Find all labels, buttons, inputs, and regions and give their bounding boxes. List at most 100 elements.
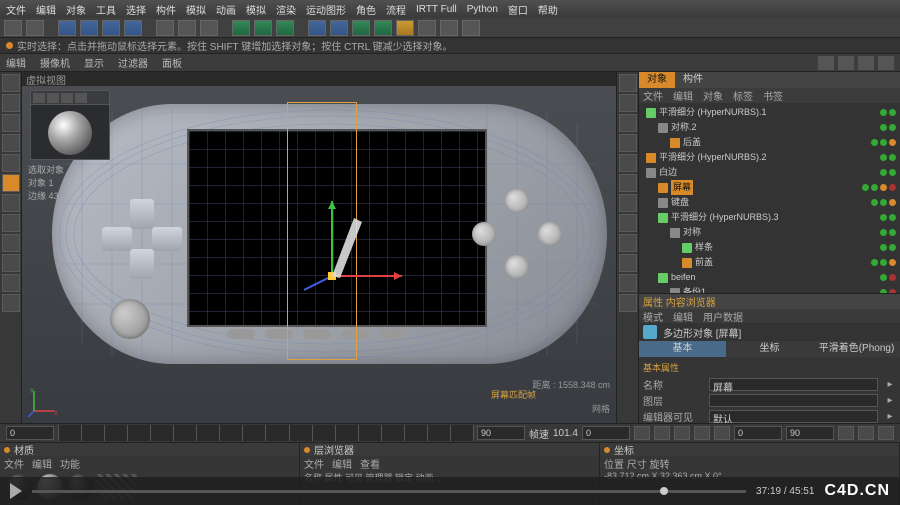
palette-11[interactable] xyxy=(619,274,637,292)
axis-z[interactable] xyxy=(200,20,218,36)
mode-point[interactable] xyxy=(2,134,20,152)
attrs-tab-mode[interactable]: 模式 xyxy=(643,309,663,323)
menu-工具[interactable]: 工具 xyxy=(96,2,116,17)
material-preview-popup[interactable] xyxy=(30,90,110,160)
tree-row[interactable]: 对称.2 xyxy=(643,120,896,135)
palette-10[interactable] xyxy=(619,254,637,272)
tree-row[interactable]: 样条 xyxy=(643,240,896,255)
menu-窗口[interactable]: 窗口 xyxy=(508,2,528,17)
menu-帮助[interactable]: 帮助 xyxy=(538,2,558,17)
visibility-dot[interactable] xyxy=(880,169,887,176)
palette-7[interactable] xyxy=(619,194,637,212)
attrs-tab-edit[interactable]: 编辑 xyxy=(673,309,693,323)
visibility-dot[interactable] xyxy=(880,154,887,161)
chevron-right-icon[interactable]: ▸ xyxy=(884,411,896,422)
tool-redo[interactable] xyxy=(26,20,44,36)
vp-menu-camera[interactable]: 摄像机 xyxy=(40,55,70,70)
om-menu-文件[interactable]: 文件 xyxy=(643,88,663,103)
keyframe-opts[interactable] xyxy=(878,426,894,440)
prim-environment[interactable] xyxy=(418,20,436,36)
visibility-dot[interactable] xyxy=(889,289,896,293)
visibility-dot[interactable] xyxy=(889,244,896,251)
mat-menu-edit[interactable]: 编辑 xyxy=(32,456,52,469)
attr-value-field[interactable] xyxy=(709,394,878,407)
mode-extra-1[interactable] xyxy=(2,274,20,292)
menu-对象[interactable]: 对象 xyxy=(66,2,86,17)
tree-row[interactable]: 屏幕 xyxy=(643,180,896,195)
tree-row[interactable]: beifen xyxy=(643,270,896,285)
mode-workplane[interactable] xyxy=(2,214,20,232)
tree-row[interactable]: 平滑细分 (HyperNURBS).1 xyxy=(643,105,896,120)
menu-模拟[interactable]: 模拟 xyxy=(186,2,206,17)
play-last[interactable] xyxy=(714,426,730,440)
vp-menu-display[interactable]: 显示 xyxy=(84,55,104,70)
tree-row[interactable]: 对称 xyxy=(643,225,896,240)
play-first[interactable] xyxy=(634,426,650,440)
palette-4[interactable] xyxy=(619,134,637,152)
menu-流程[interactable]: 流程 xyxy=(386,2,406,17)
snap-settings[interactable] xyxy=(2,254,20,272)
prim-generator[interactable] xyxy=(374,20,392,36)
frame-range-b[interactable] xyxy=(786,426,834,440)
tool-render-settings[interactable] xyxy=(276,20,294,36)
vp-nav-zoom[interactable] xyxy=(858,56,874,70)
axis-y[interactable] xyxy=(178,20,196,36)
mode-edge[interactable] xyxy=(2,154,20,172)
snap-toggle[interactable] xyxy=(2,234,20,252)
attrs-tab-userdata[interactable]: 用户数据 xyxy=(703,309,743,323)
axis-x[interactable] xyxy=(156,20,174,36)
play-toggle[interactable] xyxy=(674,426,690,440)
mode-axis[interactable] xyxy=(2,114,20,132)
visibility-dot[interactable] xyxy=(880,139,887,146)
tab-objects[interactable]: 对象 xyxy=(639,72,675,88)
visibility-dot[interactable] xyxy=(871,139,878,146)
tool-render-region[interactable] xyxy=(254,20,272,36)
menu-动画[interactable]: 动画 xyxy=(216,2,236,17)
vp-menu-filter[interactable]: 过滤器 xyxy=(118,55,148,70)
mode-extra-2[interactable] xyxy=(2,294,20,312)
vp-menu-edit[interactable]: 编辑 xyxy=(6,55,26,70)
visibility-dot[interactable] xyxy=(880,199,887,206)
tab-structure[interactable]: 构件 xyxy=(675,72,711,88)
om-menu-书签[interactable]: 书签 xyxy=(763,88,783,103)
tree-row[interactable]: 键盘 xyxy=(643,195,896,210)
visibility-dot[interactable] xyxy=(880,229,887,236)
vp-nav-layout[interactable] xyxy=(878,56,894,70)
viewport-canvas[interactable]: 选取对象 对象 1 边缘 43 距离 : 1558.348 cm 网格 屏幕匹配… xyxy=(22,86,616,423)
menu-构件[interactable]: 构件 xyxy=(156,2,176,17)
keyframe-record[interactable] xyxy=(838,426,854,440)
menu-文件[interactable]: 文件 xyxy=(6,2,26,17)
btab-basic[interactable]: 基本 xyxy=(639,341,726,357)
visibility-dot[interactable] xyxy=(889,124,896,131)
visibility-dot[interactable] xyxy=(880,124,887,131)
palette-12[interactable] xyxy=(619,294,637,312)
frame-start-field[interactable] xyxy=(6,426,54,440)
om-menu-编辑[interactable]: 编辑 xyxy=(673,88,693,103)
menu-IRTT Full[interactable]: IRTT Full xyxy=(416,4,457,15)
tool-render[interactable] xyxy=(232,20,250,36)
om-menu-对象[interactable]: 对象 xyxy=(703,88,723,103)
menu-角色[interactable]: 角色 xyxy=(356,2,376,17)
prim-camera[interactable] xyxy=(440,20,458,36)
visibility-dot[interactable] xyxy=(889,184,896,191)
palette-5[interactable] xyxy=(619,154,637,172)
visibility-dot[interactable] xyxy=(889,139,896,146)
mode-model[interactable] xyxy=(2,74,20,92)
visibility-dot[interactable] xyxy=(880,109,887,116)
tool-rotate[interactable] xyxy=(124,20,142,36)
visibility-dot[interactable] xyxy=(880,274,887,281)
palette-6[interactable] xyxy=(619,174,637,192)
seek-thumb[interactable] xyxy=(660,487,668,495)
viewport[interactable]: 虚拟视图 xyxy=(22,72,616,423)
frame-cur-field[interactable] xyxy=(582,426,630,440)
attr-value-field[interactable]: 默认 xyxy=(709,410,878,423)
visibility-dot[interactable] xyxy=(889,274,896,281)
visibility-dot[interactable] xyxy=(871,199,878,206)
palette-8[interactable] xyxy=(619,214,637,232)
visibility-dot[interactable] xyxy=(871,259,878,266)
palette-1[interactable] xyxy=(619,74,637,92)
vp-nav-pan[interactable] xyxy=(838,56,854,70)
visibility-dot[interactable] xyxy=(889,229,896,236)
btab-coord[interactable]: 坐标 xyxy=(726,341,813,357)
tool-scale[interactable] xyxy=(102,20,120,36)
